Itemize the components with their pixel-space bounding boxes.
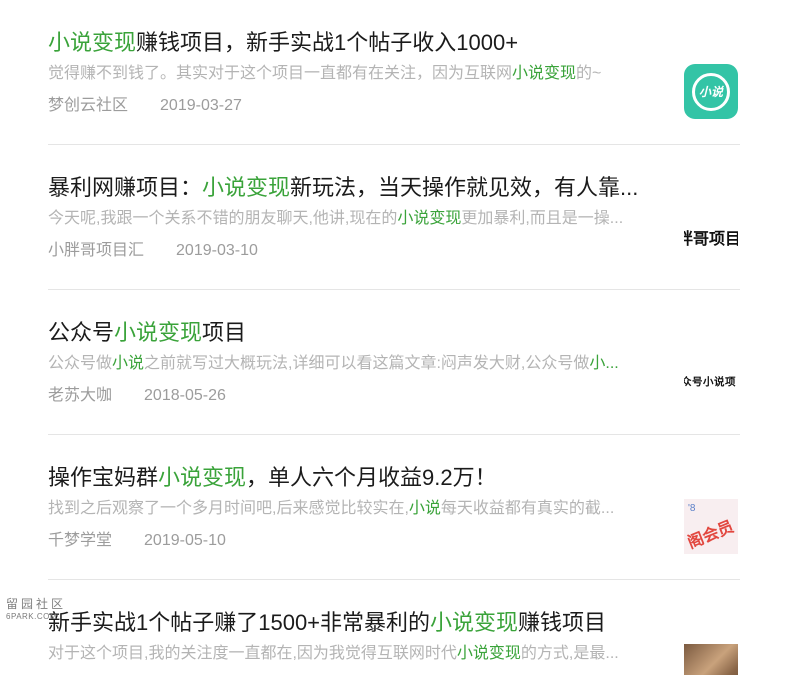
- publish-date: 2019-03-10: [176, 242, 258, 259]
- highlighted-keyword: 小说变现: [397, 210, 462, 227]
- logo-text: 小说: [698, 85, 723, 99]
- search-result-item[interactable]: 新手实战1个帖子赚了1500+非常暴利的小说变现赚钱项目 对于这个项目,我的关注度…: [48, 580, 740, 675]
- highlighted-keyword: 小说: [408, 500, 441, 517]
- result-snippet: 觉得赚不到钱了。其实对于这个项目一直都有在关注，因为互联网小说变现的~: [48, 63, 660, 85]
- logo-ring: 小说: [692, 72, 730, 111]
- search-result-item[interactable]: 操作宝妈群小说变现，单人六个月收益9.2万！ 找到之后观察了一个多月时间吧,后来感…: [48, 435, 740, 580]
- result-title[interactable]: 小说变现赚钱项目，新手实战1个帖子收入1000+: [48, 28, 663, 58]
- watermark-line1: 留园社区: [6, 597, 67, 611]
- result-snippet: 公众号做小说之前就写过大概玩法,详细可以看这篇文章:闷声发大财,公众号做小...: [48, 353, 660, 375]
- snippet-text: 更加暴利,而且是一操...: [461, 210, 624, 227]
- title-text: ，单人六个月收益9.2万！: [246, 465, 497, 490]
- title-text: 操作宝妈群: [48, 465, 159, 490]
- highlighted-keyword: 小...: [589, 355, 619, 372]
- highlighted-keyword: 小说: [112, 355, 145, 372]
- highlighted-keyword: 小说变现: [48, 30, 137, 55]
- thumbnail-image: '8 阁会员: [684, 499, 738, 554]
- snippet-text: 找到之后观察了一个多月时间吧,后来感觉比较实在,: [48, 500, 409, 517]
- snippet-text: 今天呢,我跟一个关系不错的朋友聊天,他讲,现在的: [48, 210, 398, 227]
- highlighted-keyword: 小说变现: [158, 465, 247, 490]
- snippet-text: 觉得赚不到钱了。其实对于这个项目一直都有在关注，因为互联网: [48, 65, 513, 82]
- source-name: 老苏大咖: [48, 387, 113, 404]
- title-text: 新手实战1个帖子赚了1500+非常暴利的: [48, 610, 431, 635]
- watermark: 留园社区 6PARK.COM: [6, 598, 66, 621]
- title-text: 新玩法，当天操作就见效，有人靠...: [290, 175, 639, 200]
- highlighted-keyword: 小说变现: [114, 320, 203, 345]
- highlighted-keyword: 小说变现: [456, 645, 521, 662]
- result-meta: 老苏大咖 2018-05-26: [48, 385, 740, 407]
- highlighted-keyword: 小说变现: [512, 65, 577, 82]
- cover-text: 众号小说项: [684, 376, 736, 388]
- snippet-text: 之前就写过大概玩法,详细可以看这篇文章:闷声发大财,公众号做: [144, 355, 590, 372]
- cover-text: 胖哥项目: [684, 230, 738, 248]
- result-snippet: 找到之后观察了一个多月时间吧,后来感觉比较实在,小说每天收益都有真实的截...: [48, 498, 660, 520]
- result-title[interactable]: 公众号小说变现项目: [48, 318, 663, 348]
- search-result-item[interactable]: 小说变现赚钱项目，新手实战1个帖子收入1000+ 觉得赚不到钱了。其实对于这个项目…: [48, 0, 740, 145]
- poster-corner-text: '8: [688, 503, 696, 514]
- title-text: 公众号: [48, 320, 115, 345]
- result-meta: 梦创云社区 2019-03-27: [48, 95, 740, 117]
- thumbnail-image: 胖哥项目: [684, 209, 738, 264]
- snippet-text: 的~: [576, 65, 602, 82]
- title-text: 赚钱项目: [518, 610, 607, 635]
- publish-date: 2018-05-26: [144, 387, 226, 404]
- novel-app-logo-icon: 小说: [684, 64, 738, 119]
- result-snippet: 对于这个项目,我的关注度一直都在,因为我觉得互联网时代小说变现的方式,是最...: [48, 643, 660, 665]
- search-result-item[interactable]: 暴利网赚项目：小说变现新玩法，当天操作就见效，有人靠... 今天呢,我跟一个关系不…: [48, 145, 740, 290]
- result-title[interactable]: 暴利网赚项目：小说变现新玩法，当天操作就见效，有人靠...: [48, 173, 663, 203]
- result-meta: 小胖哥项目汇 2019-03-10: [48, 240, 740, 262]
- highlighted-keyword: 小说变现: [430, 610, 519, 635]
- snippet-text: 每天收益都有真实的截...: [440, 500, 615, 517]
- publish-date: 2019-05-10: [144, 532, 226, 549]
- result-title[interactable]: 新手实战1个帖子赚了1500+非常暴利的小说变现赚钱项目: [48, 608, 663, 638]
- publish-date: 2019-03-27: [160, 97, 242, 114]
- title-text: 项目: [202, 320, 247, 345]
- watermark-line2: 6PARK.COM: [6, 612, 58, 621]
- result-title[interactable]: 操作宝妈群小说变现，单人六个月收益9.2万！: [48, 463, 663, 493]
- source-name: 梦创云社区: [48, 97, 129, 114]
- title-text: 赚钱项目，新手实战1个帖子收入1000+: [136, 30, 519, 55]
- source-name: 小胖哥项目汇: [48, 242, 145, 259]
- title-text: 暴利网赚项目：: [48, 175, 203, 200]
- result-meta: 千梦学堂 2019-05-10: [48, 530, 740, 552]
- thumbnail-image: 众号小说项: [684, 354, 738, 409]
- snippet-text: 的方式,是最...: [520, 645, 619, 662]
- result-snippet: 今天呢,我跟一个关系不错的朋友聊天,他讲,现在的小说变现更加暴利,而且是一操..…: [48, 208, 660, 230]
- result-list: 小说变现赚钱项目，新手实战1个帖子收入1000+ 觉得赚不到钱了。其实对于这个项目…: [48, 0, 740, 675]
- search-result-item[interactable]: 公众号小说变现项目公众号做小说之前就写过大概玩法,详细可以看这篇文章:闷声发大财…: [48, 290, 740, 435]
- source-name: 千梦学堂: [48, 532, 113, 549]
- thumbnail-photo: [684, 644, 738, 675]
- snippet-text: 公众号做: [48, 355, 113, 372]
- poster-stamp-text: 阁会员: [685, 518, 737, 553]
- highlighted-keyword: 小说变现: [202, 175, 291, 200]
- snippet-text: 对于这个项目,我的关注度一直都在,因为我觉得互联网时代: [48, 645, 457, 662]
- search-results-page: 小说变现赚钱项目，新手实战1个帖子收入1000+ 觉得赚不到钱了。其实对于这个项目…: [0, 0, 800, 675]
